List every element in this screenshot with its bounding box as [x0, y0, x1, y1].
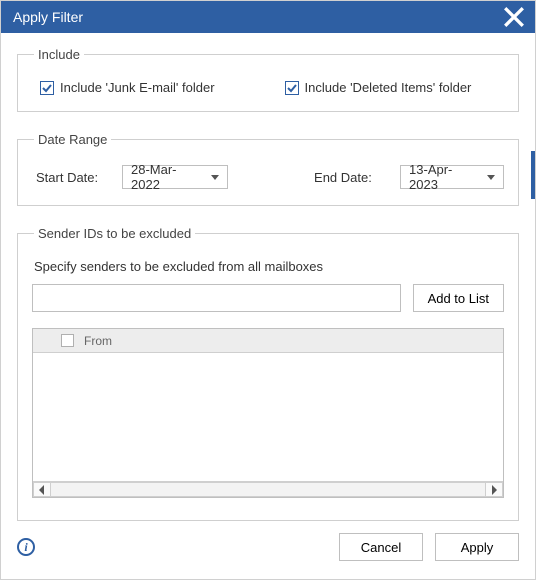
include-junk-label: Include 'Junk E-mail' folder [60, 80, 215, 95]
daterange-group: Date Range Start Date: 28-Mar-2022 End D… [17, 132, 519, 206]
select-all-checkbox[interactable] [61, 334, 74, 347]
senders-group: Sender IDs to be excluded Specify sender… [17, 226, 519, 521]
grid-header: From [33, 329, 503, 353]
start-date-label: Start Date: [36, 170, 104, 185]
info-icon[interactable]: i [17, 538, 35, 556]
chevron-down-icon [487, 175, 495, 180]
start-date-value: 28-Mar-2022 [131, 162, 201, 192]
grid-body [33, 353, 503, 481]
checkbox-icon [40, 81, 54, 95]
include-deleted-checkbox[interactable]: Include 'Deleted Items' folder [285, 80, 472, 95]
senders-grid: From [32, 328, 504, 498]
include-deleted-label: Include 'Deleted Items' folder [305, 80, 472, 95]
titlebar: Apply Filter [1, 1, 535, 33]
include-group: Include Include 'Junk E-mail' folder Inc… [17, 47, 519, 112]
close-icon[interactable] [503, 6, 525, 28]
checkbox-icon [285, 81, 299, 95]
scroll-right-icon[interactable] [485, 482, 503, 497]
sender-input[interactable] [32, 284, 401, 312]
chevron-down-icon [211, 175, 219, 180]
dialog-footer: i Cancel Apply [17, 533, 519, 561]
add-to-list-button[interactable]: Add to List [413, 284, 504, 312]
end-date-picker[interactable]: 13-Apr-2023 [400, 165, 504, 189]
apply-button[interactable]: Apply [435, 533, 519, 561]
senders-instruction: Specify senders to be excluded from all … [34, 259, 504, 274]
column-header-from: From [84, 334, 112, 348]
dialog-title: Apply Filter [13, 9, 83, 25]
daterange-legend: Date Range [34, 132, 111, 147]
decorative-edge [531, 151, 535, 199]
include-junk-checkbox[interactable]: Include 'Junk E-mail' folder [40, 80, 215, 95]
scroll-left-icon[interactable] [33, 482, 51, 497]
end-date-value: 13-Apr-2023 [409, 162, 477, 192]
start-date-picker[interactable]: 28-Mar-2022 [122, 165, 228, 189]
cancel-button[interactable]: Cancel [339, 533, 423, 561]
end-date-label: End Date: [314, 170, 382, 185]
senders-legend: Sender IDs to be excluded [34, 226, 195, 241]
include-legend: Include [34, 47, 84, 62]
scroll-track[interactable] [51, 482, 485, 497]
horizontal-scrollbar[interactable] [33, 481, 503, 497]
